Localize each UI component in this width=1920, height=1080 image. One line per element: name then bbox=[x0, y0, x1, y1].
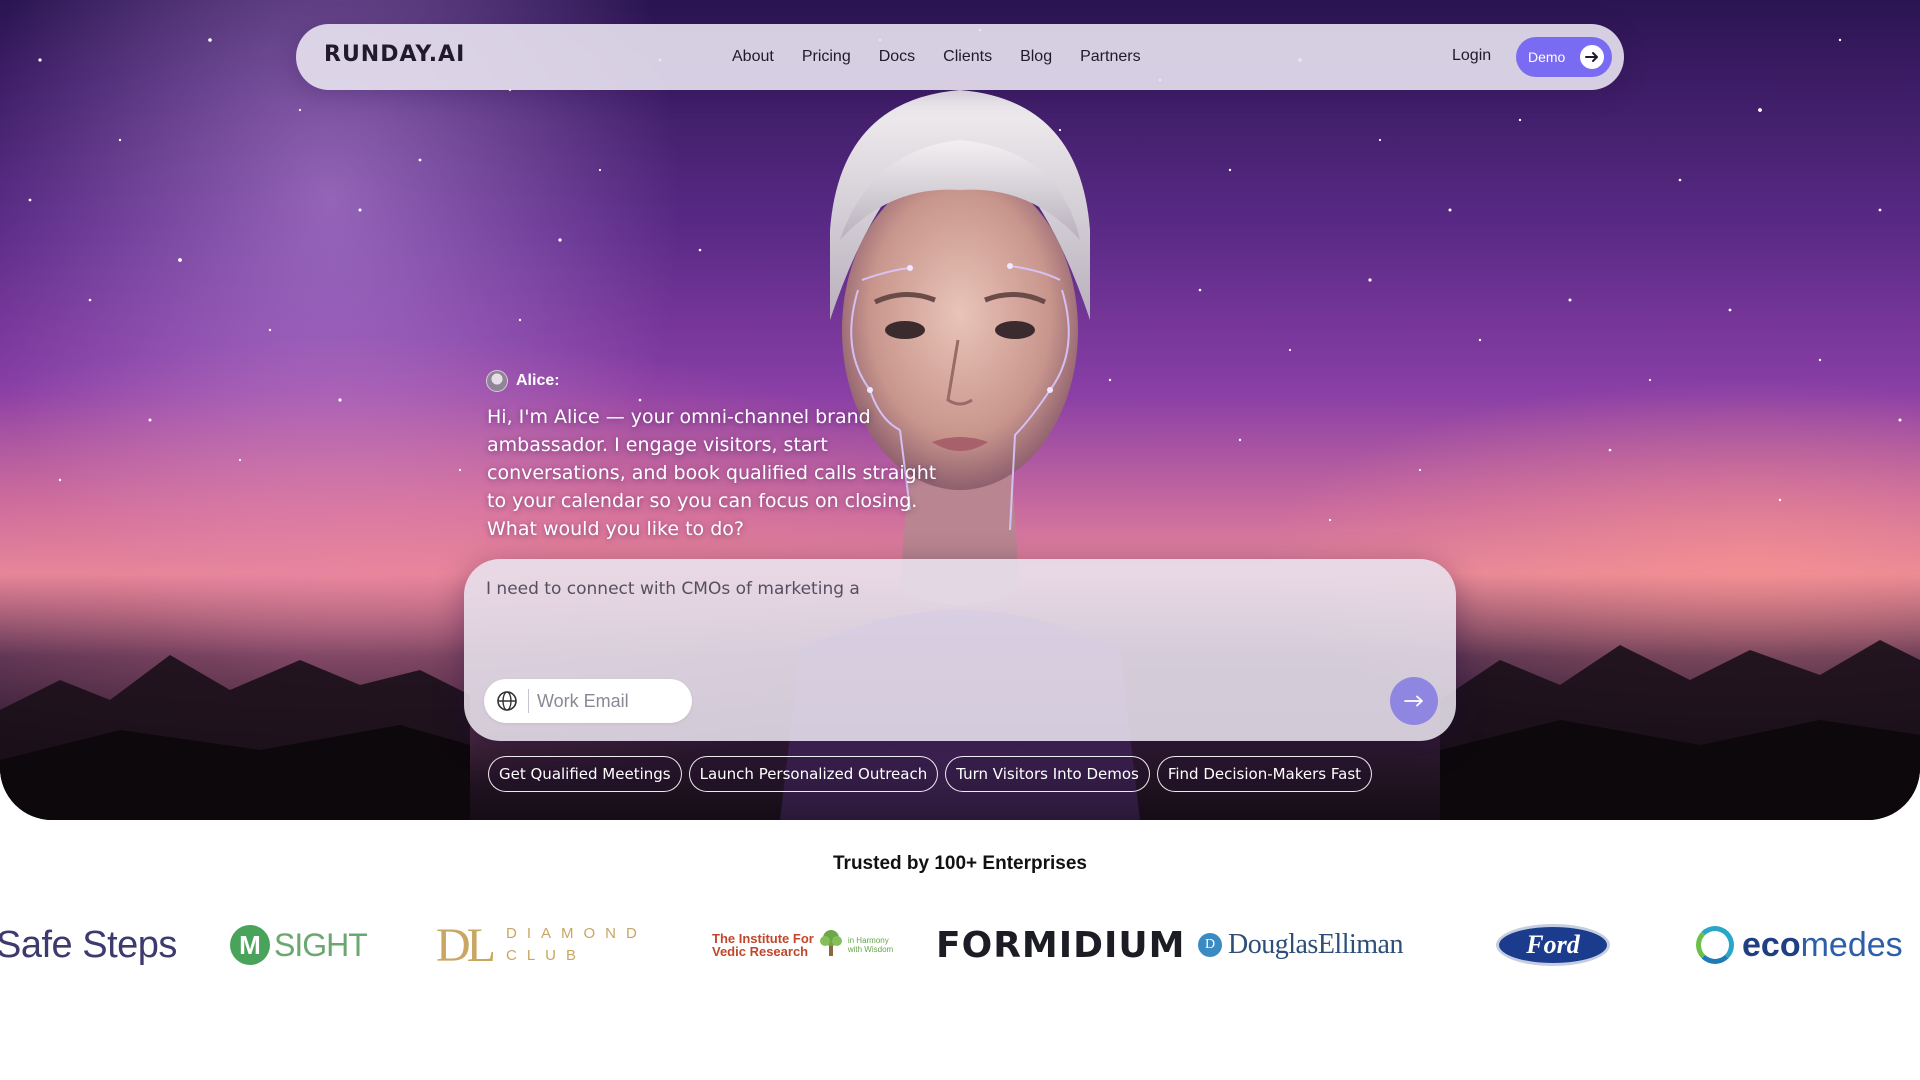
chip-find-decision-makers[interactable]: Find Decision-Makers Fast bbox=[1156, 756, 1373, 792]
msight-text: SIGHT bbox=[274, 926, 368, 963]
ivr-wordmark: The Institute For Vedic Research bbox=[712, 932, 814, 958]
brand-logo[interactable]: RUNDAY.AI bbox=[324, 42, 465, 67]
logo-formidium: FORMIDIUM bbox=[936, 924, 1186, 966]
douglas-mark: D bbox=[1198, 933, 1222, 957]
assistant-speaker: Alice: bbox=[486, 370, 560, 392]
douglas-text: DouglasElliman bbox=[1228, 929, 1403, 960]
msight-mark: M bbox=[230, 925, 270, 965]
diamond-wordmark: DIAMOND CLUB bbox=[506, 923, 647, 967]
logo-institute-vedic-research: The Institute For Vedic Research in Harm… bbox=[712, 905, 893, 985]
ecomedes-text-b: medes bbox=[1800, 925, 1903, 964]
nav-link-blog[interactable]: Blog bbox=[1020, 48, 1052, 66]
nav-link-docs[interactable]: Docs bbox=[879, 48, 915, 66]
client-logo-row: Safe Steps M SIGHT DL DIAMOND CLUB The I… bbox=[0, 905, 1920, 985]
chip-qualified-meetings[interactable]: Get Qualified Meetings bbox=[488, 756, 682, 792]
trusted-heading: Trusted by 100+ Enterprises bbox=[833, 853, 1087, 874]
assistant-name: Alice: bbox=[516, 372, 560, 389]
ecomedes-text: ecomedes bbox=[1742, 926, 1903, 965]
chat-composer: I need to connect with CMOs of marketing… bbox=[464, 559, 1456, 741]
chat-message-input[interactable]: I need to connect with CMOs of marketing… bbox=[486, 579, 860, 599]
ford-oval: Ford bbox=[1496, 924, 1610, 966]
logo-msight: M SIGHT bbox=[230, 905, 368, 985]
nav-link-partners[interactable]: Partners bbox=[1080, 48, 1140, 66]
logo-douglas-elliman: D DouglasElliman bbox=[1198, 905, 1403, 985]
login-link[interactable]: Login bbox=[1452, 47, 1491, 65]
email-divider bbox=[528, 689, 529, 713]
top-navbar: RUNDAY.AI About Pricing Docs Clients Blo… bbox=[296, 24, 1624, 90]
logo-ecomedes: ecomedes bbox=[1696, 905, 1903, 985]
arrow-right-icon bbox=[1580, 45, 1604, 69]
demo-button-label: Demo bbox=[1528, 49, 1566, 65]
chip-visitors-into-demos[interactable]: Turn Visitors Into Demos bbox=[945, 756, 1150, 792]
demo-button[interactable]: Demo bbox=[1516, 37, 1612, 77]
tree-icon bbox=[818, 928, 844, 962]
globe-icon bbox=[494, 688, 520, 714]
send-button[interactable] bbox=[1390, 677, 1438, 725]
ivr-tag-line2: with Wisdom bbox=[847, 945, 894, 954]
ivr-tag-line1: in Harmony bbox=[847, 936, 889, 945]
arrow-right-icon bbox=[1404, 692, 1424, 711]
ivr-tagline: in Harmony with Wisdom bbox=[848, 936, 893, 954]
diamond-line1: DIAMOND bbox=[505, 925, 647, 942]
nav-link-about[interactable]: About bbox=[732, 48, 774, 66]
ecomedes-text-a: eco bbox=[1742, 925, 1801, 964]
nav-link-pricing[interactable]: Pricing bbox=[802, 48, 851, 66]
chip-personalized-outreach[interactable]: Launch Personalized Outreach bbox=[688, 756, 939, 792]
logo-diamond-club: DL DIAMOND CLUB bbox=[436, 905, 647, 985]
hero-section: RUNDAY.AI About Pricing Docs Clients Blo… bbox=[0, 0, 1920, 820]
nav-links: About Pricing Docs Clients Blog Partners bbox=[732, 24, 1141, 90]
logo-safe-steps: Safe Steps bbox=[0, 923, 177, 966]
assistant-message: Hi, I'm Alice — your omni-channel brand … bbox=[487, 406, 937, 540]
logo-ford: Ford bbox=[1496, 905, 1610, 985]
work-email-placeholder: Work Email bbox=[537, 690, 629, 711]
assistant-avatar bbox=[486, 370, 508, 392]
diamond-line2: CLUB bbox=[505, 947, 586, 964]
ecomedes-ring-icon bbox=[1696, 926, 1734, 964]
nav-link-clients[interactable]: Clients bbox=[943, 48, 992, 66]
work-email-field[interactable]: Work Email bbox=[484, 679, 692, 723]
suggestion-chips: Get Qualified Meetings Launch Personaliz… bbox=[488, 756, 1373, 792]
ivr-line2: Vedic Research bbox=[712, 944, 809, 959]
diamond-mark: DL bbox=[436, 918, 496, 972]
